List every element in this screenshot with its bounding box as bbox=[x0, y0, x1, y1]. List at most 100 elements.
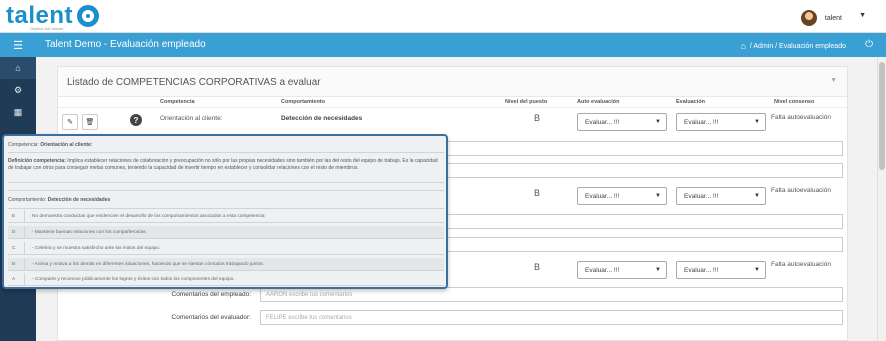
col-header-comportamiento: Comportamiento bbox=[281, 99, 325, 105]
comment-evaluador-input[interactable]: FELIPE escribe tus comentarios bbox=[260, 310, 843, 325]
home-icon[interactable]: ⌂ bbox=[740, 41, 745, 51]
level-description: - Comparte y reconoce públicamente los l… bbox=[32, 277, 235, 282]
hamburger-menu-icon[interactable]: ☰ bbox=[0, 33, 36, 57]
level-description: - Anima y motiva a los demás en diferent… bbox=[32, 262, 264, 267]
scrollbar-thumb[interactable] bbox=[879, 62, 885, 170]
chevron-down-icon[interactable]: ▼ bbox=[859, 12, 866, 19]
popup-level-row: C - Celebra y se muestra satisfecho ante… bbox=[8, 242, 444, 255]
popup-comportamiento: Comportamiento: Detección de necesidades bbox=[8, 197, 444, 204]
caret-down-icon: ▼ bbox=[655, 193, 661, 199]
select-value: Evaluar... !!! bbox=[684, 119, 719, 126]
pencil-icon: ✎ bbox=[67, 119, 73, 126]
sidebar-item-settings[interactable]: ⚙ bbox=[0, 79, 36, 101]
row2-nivel: B bbox=[534, 188, 541, 198]
row1-eval-select[interactable]: Evaluar... !!! ▼ bbox=[676, 113, 766, 131]
comment-evaluador-label: Comentarios del evaluador: bbox=[171, 314, 252, 321]
collapse-icon[interactable]: ▼ bbox=[830, 77, 837, 84]
level-letter: C bbox=[12, 246, 16, 251]
user-menu[interactable]: talent bbox=[800, 10, 842, 26]
sidebar-item-company[interactable]: ▦ bbox=[0, 101, 36, 123]
popup-definicion: Definición competencia: Implica establec… bbox=[8, 158, 444, 171]
level-description: - Mantiene buenas relaciones con los com… bbox=[32, 230, 147, 235]
popup-comportamiento-name: Detección de necesidades bbox=[47, 197, 111, 203]
row1-comportamiento: Detección de necesidades bbox=[281, 115, 363, 122]
select-value: Evaluar... !!! bbox=[684, 267, 719, 274]
select-value: Evaluar... !!! bbox=[684, 193, 719, 200]
row3-status: Falta autoevaluación bbox=[771, 261, 831, 268]
breadcrumb-text[interactable]: / Admin / Evaluación empleado bbox=[750, 43, 846, 50]
col-header-evaluacion: Evaluación bbox=[676, 99, 706, 105]
caret-down-icon: ▼ bbox=[655, 267, 661, 273]
competencia-tooltip: Competencia: Orientación al cliente: Def… bbox=[2, 134, 448, 289]
panel-title: Listado de COMPETENCIAS CORPORATIVAS a e… bbox=[67, 77, 321, 88]
col-header-consenso: Nivel consenso bbox=[774, 99, 815, 105]
comment-empleado-label: Comentarios del empleado: bbox=[171, 291, 252, 298]
popup-definicion-text: Implica establecer relaciones de colabor… bbox=[8, 158, 438, 171]
popup-level-row: E No demuestra conductas que evidencien … bbox=[8, 210, 444, 223]
breadcrumb: ⌂ / Admin / Evaluación empleado bbox=[740, 41, 846, 51]
top-bar: talent Gestión del talento talent ▼ bbox=[0, 0, 886, 33]
help-icon[interactable]: ? bbox=[130, 114, 142, 126]
level-letter: D bbox=[12, 230, 16, 235]
level-letter: B bbox=[12, 262, 16, 267]
row2-auto-select[interactable]: Evaluar... !!! ▼ bbox=[577, 187, 667, 205]
popup-divider bbox=[8, 190, 444, 191]
popup-competencia-prefix: Competencia: bbox=[8, 142, 39, 148]
placeholder: AARON escribe tus comentarios bbox=[266, 292, 353, 298]
logo-ring-icon bbox=[77, 5, 100, 27]
row1-auto-select[interactable]: Evaluar... !!! ▼ bbox=[577, 113, 667, 131]
sidebar-item-home[interactable]: ⌂ bbox=[0, 57, 36, 79]
caret-down-icon: ▼ bbox=[655, 119, 661, 125]
row1-status: Falta autoevaluación bbox=[771, 114, 831, 121]
scrollbar[interactable] bbox=[877, 57, 886, 341]
row3-auto-select[interactable]: Evaluar... !!! ▼ bbox=[577, 261, 667, 279]
placeholder: FELIPE escribe tus comentarios bbox=[266, 315, 352, 321]
trash-icon: 🗑 bbox=[85, 119, 95, 126]
popup-level-row: D - Mantiene buenas relaciones con los c… bbox=[8, 226, 444, 239]
caret-down-icon: ▼ bbox=[754, 267, 760, 273]
row2-status: Falta autoevaluación bbox=[771, 187, 831, 194]
select-value: Evaluar... !!! bbox=[585, 119, 620, 126]
page-title: Talent Demo - Evaluación empleado bbox=[45, 39, 206, 50]
building-icon: ▦ bbox=[13, 106, 23, 117]
level-letter: A bbox=[12, 277, 16, 282]
logo-text: talent bbox=[6, 2, 74, 29]
popup-comportamiento-prefix: Comportamiento: bbox=[8, 197, 47, 203]
row3-nivel: B bbox=[534, 262, 541, 272]
header-divider bbox=[58, 107, 847, 108]
row2-eval-select[interactable]: Evaluar... !!! ▼ bbox=[676, 187, 766, 205]
home-icon: ⌂ bbox=[15, 63, 21, 73]
popup-level-row: A - Comparte y reconoce públicamente los… bbox=[8, 273, 444, 286]
caret-down-icon: ▼ bbox=[754, 119, 760, 125]
level-description: No demuestra conductas que evidencien el… bbox=[32, 214, 265, 219]
logo[interactable]: talent bbox=[6, 2, 100, 29]
comment-empleado-input[interactable]: AARON escribe tus comentarios bbox=[260, 287, 843, 302]
popup-divider bbox=[8, 208, 444, 209]
popup-definicion-label: Definición competencia: bbox=[8, 158, 66, 164]
header-bar: ☰ Talent Demo - Evaluación empleado ⌂ / … bbox=[0, 33, 886, 57]
level-letter: E bbox=[12, 214, 16, 219]
avatar bbox=[800, 10, 817, 26]
power-icon[interactable]: ⏻ bbox=[865, 39, 873, 50]
popup-divider bbox=[8, 152, 444, 153]
select-value: Evaluar... !!! bbox=[585, 267, 620, 274]
row3-eval-select[interactable]: Evaluar... !!! ▼ bbox=[676, 261, 766, 279]
select-value: Evaluar... !!! bbox=[585, 193, 620, 200]
col-header-competencia: Competencia bbox=[160, 99, 195, 105]
delete-button[interactable]: 🗑 bbox=[82, 114, 98, 130]
panel-header: Listado de COMPETENCIAS CORPORATIVAS a e… bbox=[58, 67, 847, 97]
popup-competencia-name: Orientación al cliente: bbox=[40, 142, 93, 148]
col-header-auto: Auto evaluación bbox=[577, 99, 620, 105]
logo-tagline: Gestión del talento bbox=[30, 26, 64, 31]
popup-divider bbox=[8, 182, 444, 183]
edit-button[interactable]: ✎ bbox=[62, 114, 78, 130]
popup-competencia: Competencia: Orientación al cliente: bbox=[8, 142, 444, 149]
popup-level-row: B - Anima y motiva a los demás en difere… bbox=[8, 258, 444, 271]
row1-competencia: Orientación al cliente: bbox=[160, 115, 223, 122]
user-name: talent bbox=[824, 14, 842, 22]
col-header-nivel: Nivel del puesto bbox=[505, 99, 548, 105]
caret-down-icon: ▼ bbox=[754, 193, 760, 199]
row1-nivel: B bbox=[534, 113, 541, 123]
gear-icon: ⚙ bbox=[13, 84, 23, 95]
level-description: - Celebra y se muestra satisfecho ante l… bbox=[32, 246, 161, 251]
